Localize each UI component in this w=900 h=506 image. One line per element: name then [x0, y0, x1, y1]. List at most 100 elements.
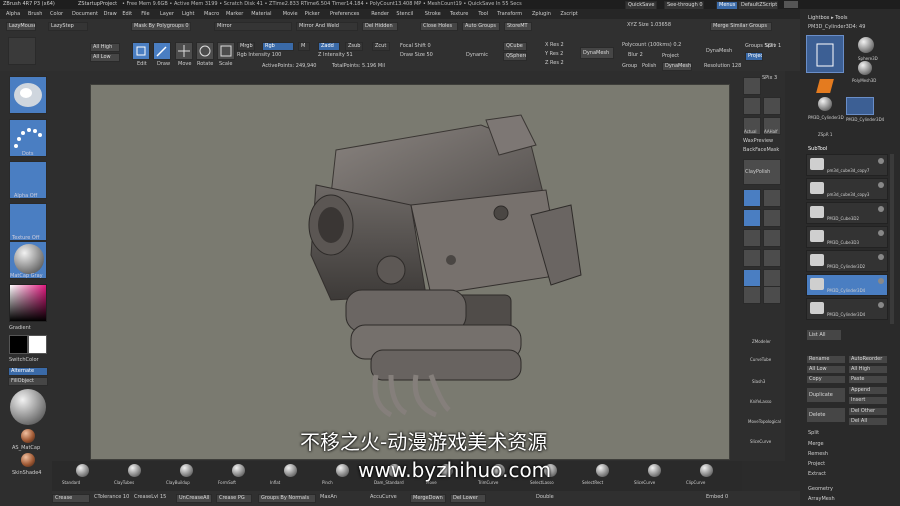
geometry-button[interactable]: Geometry: [808, 486, 833, 493]
xyz-button[interactable]: [763, 209, 781, 227]
mask-by-polygroups-slider[interactable]: Mask By Polygroups 0: [131, 22, 191, 31]
visibility-eye-icon[interactable]: [878, 230, 884, 236]
viewport-canvas[interactable]: [90, 84, 730, 460]
mirror-and-weld-button[interactable]: Mirror And Weld: [296, 22, 358, 31]
menu-transform[interactable]: Transform: [497, 11, 522, 18]
move-view-button[interactable]: [763, 229, 781, 247]
wax-preview-button[interactable]: WaxPreview: [743, 138, 773, 145]
insert-button[interactable]: Insert: [848, 396, 888, 405]
groups-by-normals-button[interactable]: Groups By Normals: [258, 494, 316, 503]
rgb-intensity-slider[interactable]: Rgb Intensity 100: [237, 52, 281, 59]
zsub-button[interactable]: Zsub: [345, 42, 363, 51]
delete-button[interactable]: Delete: [806, 407, 846, 423]
rename-button[interactable]: Rename: [806, 355, 846, 364]
zcut-button[interactable]: Zcut: [372, 42, 390, 51]
del-other-button[interactable]: Del Other: [848, 407, 888, 416]
curvetube-label[interactable]: CurveTube: [750, 356, 771, 363]
accucurve-button[interactable]: AccuCurve: [370, 494, 397, 501]
slash-label[interactable]: Slash3: [752, 378, 765, 385]
ctolerance-slider[interactable]: CTolerance 10: [94, 494, 129, 501]
move-mode-button[interactable]: [175, 42, 193, 60]
subtool-item[interactable]: pm3d_cube3d_copy3: [806, 178, 888, 200]
brush-formsoft[interactable]: FormSoft: [216, 463, 262, 489]
dynamic-button[interactable]: Dynamic: [466, 52, 488, 59]
project-all-button[interactable]: Project: [745, 52, 763, 61]
brush-selectrect[interactable]: SelectRect: [580, 463, 626, 489]
move-topo-label[interactable]: MoveTopological: [748, 418, 781, 425]
brush-claybuildup[interactable]: ClayBuildup: [164, 463, 210, 489]
persp-button[interactable]: [743, 189, 761, 207]
knife-label[interactable]: KnifeLasso: [750, 398, 771, 405]
menu-preferences[interactable]: Preferences: [330, 11, 359, 18]
frame-button[interactable]: [743, 229, 761, 247]
all-low-button[interactable]: All Low: [90, 53, 120, 62]
list-all-button[interactable]: List All: [806, 329, 842, 341]
edit-mode-button[interactable]: [132, 42, 150, 60]
subtool-title[interactable]: SubTool: [808, 146, 827, 153]
polyf-button[interactable]: [743, 269, 761, 287]
zoom-button[interactable]: [763, 97, 781, 115]
close-holes-button[interactable]: Close Holes: [420, 22, 458, 31]
sdiv-slider[interactable]: SDiv 1: [765, 43, 781, 50]
transp-button[interactable]: [763, 269, 781, 287]
store-mt-button[interactable]: StoreMT: [504, 22, 532, 31]
crease-lvl-slider[interactable]: CreaseLvl 15: [134, 494, 166, 501]
menu-zscript[interactable]: Zscript: [560, 11, 577, 18]
menu-edit[interactable]: Edit: [122, 11, 132, 18]
cylinder4-tool-icon[interactable]: [846, 97, 874, 115]
blur-slider[interactable]: Blur 2: [628, 52, 643, 59]
lightbox-tools-button[interactable]: Lightbox ▸ Tools: [808, 15, 848, 22]
embed-slider[interactable]: Embed 0: [706, 494, 728, 501]
gradient-button[interactable]: Gradient: [9, 325, 31, 332]
spix-slider[interactable]: SPix 3: [762, 75, 777, 82]
arraymesh-button[interactable]: ArrayMesh: [808, 496, 835, 503]
zmodeler-label[interactable]: ZModeler: [752, 338, 771, 345]
menu-material[interactable]: Material: [251, 11, 271, 18]
extract-button[interactable]: Extract: [808, 471, 826, 478]
lazymouse-button[interactable]: LazyMouse: [6, 22, 36, 31]
current-tool-thumbnail[interactable]: [806, 35, 844, 73]
y-res-slider[interactable]: Y Res 2: [545, 51, 563, 58]
subtool-item[interactable]: PM3D_Cylinder3D4: [806, 274, 888, 296]
subtool-item[interactable]: PM3D_Cylinder3D4: [806, 298, 888, 320]
project-button[interactable]: Project: [662, 53, 679, 60]
menu-draw[interactable]: Draw: [104, 11, 117, 18]
scroll-button[interactable]: [743, 97, 761, 115]
crease-pg-button[interactable]: Crease PG: [216, 494, 252, 503]
dynamesh-toggle-button[interactable]: DynaMesh: [662, 62, 692, 71]
z-intensity-slider[interactable]: Z Intensity 51: [318, 52, 353, 59]
brush-clipcurve[interactable]: ClipCurve: [684, 463, 730, 489]
rotate-view-button[interactable]: [743, 249, 761, 267]
solo-button[interactable]: [763, 286, 781, 304]
z-res-slider[interactable]: Z Res 2: [545, 60, 564, 67]
switch-color-button[interactable]: SwitchColor: [9, 357, 39, 364]
polymesh-tool-icon[interactable]: [858, 61, 872, 75]
all-high-button[interactable]: All High: [90, 43, 120, 52]
rgb-button[interactable]: Rgb: [262, 42, 294, 51]
local-button[interactable]: [743, 209, 761, 227]
resolution-slider[interactable]: Resolution 128: [704, 63, 741, 70]
floor-button[interactable]: [763, 189, 781, 207]
brush-slicecurve[interactable]: SliceCurve: [632, 463, 678, 489]
auto-groups-button[interactable]: Auto Groups: [462, 22, 500, 31]
draw-mode-button[interactable]: [153, 42, 171, 60]
claypolish-button[interactable]: ClayPolish: [743, 159, 781, 185]
material-sphere-large[interactable]: [10, 389, 46, 425]
menu-marker[interactable]: Marker: [226, 11, 243, 18]
paste-button[interactable]: Paste: [848, 375, 888, 384]
material-skin-icon[interactable]: [21, 429, 35, 443]
x-res-slider[interactable]: X Res 2: [545, 42, 564, 49]
scale-mode-button[interactable]: [217, 42, 235, 60]
del-hidden-button[interactable]: Del Hidden: [362, 22, 398, 31]
visibility-eye-icon[interactable]: [878, 254, 884, 260]
cylinder-tool-icon-2[interactable]: [818, 97, 832, 111]
menu-movie[interactable]: Movie: [283, 11, 298, 18]
brush-standard[interactable]: Standard: [60, 463, 106, 489]
mech-model[interactable]: [91, 85, 731, 461]
menu-document[interactable]: Document: [72, 11, 98, 18]
visibility-eye-icon[interactable]: [878, 182, 884, 188]
mirror-button[interactable]: Mirror: [214, 22, 292, 31]
menu-tool[interactable]: Tool: [478, 11, 488, 18]
menu-zplugin[interactable]: Zplugin: [532, 11, 551, 18]
subtool-item[interactable]: PM3D_Cube3D3: [806, 226, 888, 248]
